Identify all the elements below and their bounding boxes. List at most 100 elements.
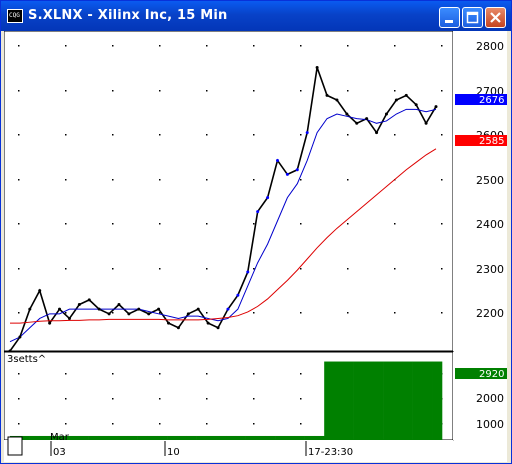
- close-icon: [490, 12, 501, 23]
- cqg-icon[interactable]: CQG: [7, 9, 23, 23]
- price-point: [97, 307, 101, 311]
- volume-bar: [98, 435, 109, 440]
- grid-dot: [159, 268, 161, 270]
- grid-dot: [206, 45, 208, 47]
- price-point: [246, 270, 250, 274]
- grid-dot: [65, 223, 67, 225]
- grid-dot: [206, 223, 208, 225]
- grid-dot: [18, 423, 20, 425]
- grid-dot: [394, 90, 396, 92]
- grid-dot: [206, 268, 208, 270]
- grid-dot: [206, 90, 208, 92]
- grid-dot: [253, 223, 255, 225]
- price-point: [375, 131, 379, 135]
- volume-bar: [206, 435, 217, 440]
- grid-dot: [112, 268, 114, 270]
- grid-dot: [112, 45, 114, 47]
- grid-dot: [206, 373, 208, 375]
- grid-dot: [65, 90, 67, 92]
- grid-dot: [300, 268, 302, 270]
- grid-dot: [300, 423, 302, 425]
- grid-dot: [159, 134, 161, 136]
- volume-bar: [284, 435, 296, 440]
- window-title: S.XLNX - Xilinx Inc, 15 Min: [28, 8, 228, 23]
- grid-dot: [18, 373, 20, 375]
- grid-dot: [347, 90, 349, 92]
- volume-bar: [265, 435, 276, 440]
- volume-bar: [186, 435, 197, 440]
- grid-dot: [65, 373, 67, 375]
- grid-dot: [159, 45, 161, 47]
- grid-dot: [253, 179, 255, 181]
- price-volume-chart[interactable]: 2800 2700 2600 2500 2400 2300 2200 2676 …: [4, 31, 507, 462]
- price-point: [305, 131, 309, 135]
- grid-dot: [206, 312, 208, 314]
- grid-dot: [347, 45, 349, 47]
- price-point: [335, 98, 339, 102]
- grid-dot: [394, 45, 396, 47]
- grid-dot: [18, 312, 20, 314]
- price-point: [206, 321, 210, 325]
- price-tick-2500: 2500: [476, 174, 504, 187]
- price-point: [266, 196, 270, 200]
- grid-dot: [112, 312, 114, 314]
- maximize-icon: [466, 11, 479, 24]
- grid-dot: [394, 134, 396, 136]
- grid-dot: [441, 223, 443, 225]
- minimize-button[interactable]: [439, 7, 460, 28]
- grid-dot: [18, 179, 20, 181]
- x-month-label: Mar: [50, 432, 70, 443]
- volume-bar: [383, 361, 394, 440]
- grid-dot: [18, 268, 20, 270]
- volume-bar: [176, 435, 188, 440]
- x-tick-10: 10: [167, 447, 180, 458]
- price-point: [325, 93, 329, 97]
- price-tick-2300: 2300: [476, 263, 504, 276]
- grid-dot: [65, 45, 67, 47]
- x-axis-area: [4, 440, 453, 462]
- grid-dot: [300, 312, 302, 314]
- price-point: [137, 307, 141, 311]
- volume-bar: [422, 361, 433, 440]
- x-tick-03: 03: [53, 447, 66, 458]
- grid-dot: [253, 373, 255, 375]
- grid-dot: [347, 312, 349, 314]
- volume-bar: [137, 435, 148, 440]
- grid-dot: [300, 179, 302, 181]
- title-bar[interactable]: CQG S.XLNX - Xilinx Inc, 15 Min: [1, 1, 511, 31]
- x-tick-17: 17-23:30: [308, 447, 353, 458]
- grid-dot: [112, 90, 114, 92]
- price-point: [384, 112, 388, 116]
- grid-dot: [253, 423, 255, 425]
- grid-dot: [441, 179, 443, 181]
- grid-dot: [159, 223, 161, 225]
- volume-tick-1000: 1000: [476, 418, 504, 431]
- scroll-handle: [7, 436, 23, 456]
- volume-bar: [245, 435, 256, 440]
- grid-dot: [347, 268, 349, 270]
- maximize-button[interactable]: [462, 7, 483, 28]
- grid-dot: [441, 312, 443, 314]
- price-point: [196, 307, 200, 311]
- grid-dot: [347, 223, 349, 225]
- price-point: [77, 303, 81, 307]
- volume-bar: [157, 435, 168, 440]
- app-icon-text: CQG: [9, 12, 20, 19]
- volume-bar: [39, 435, 50, 440]
- volume-bar: [88, 435, 99, 440]
- grid-dot: [65, 179, 67, 181]
- grid-dot: [206, 179, 208, 181]
- grid-dot: [253, 90, 255, 92]
- close-button[interactable]: [485, 7, 506, 28]
- grid-dot: [18, 134, 20, 136]
- grid-dot: [347, 179, 349, 181]
- volume-bar: [392, 361, 404, 440]
- volume-bar: [127, 435, 138, 440]
- grid-dot: [253, 312, 255, 314]
- grid-dot: [65, 312, 67, 314]
- grid-dot: [112, 134, 114, 136]
- grid-dot: [441, 90, 443, 92]
- volume-bar: [68, 435, 80, 440]
- volume-bar: [78, 435, 89, 440]
- grid-dot: [394, 268, 396, 270]
